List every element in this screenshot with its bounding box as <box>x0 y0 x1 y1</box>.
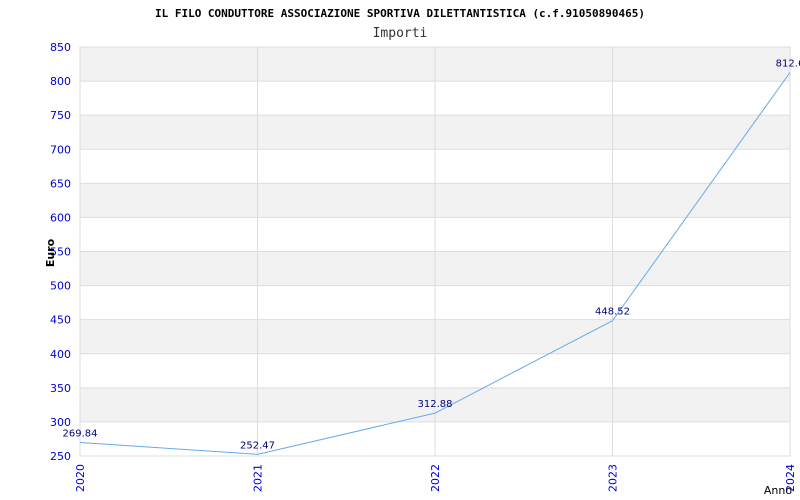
y-tick-label: 800 <box>50 75 71 88</box>
y-tick-label: 650 <box>50 177 71 190</box>
y-tick-label: 450 <box>50 314 71 327</box>
y-tick-label: 750 <box>50 109 71 122</box>
y-tick-label: 350 <box>50 382 71 395</box>
data-label: 252.47 <box>240 440 275 451</box>
y-tick-label: 600 <box>50 211 71 224</box>
y-tick-label: 300 <box>50 416 71 429</box>
chart-subtitle: Importi <box>373 26 428 41</box>
data-label: 269.84 <box>63 428 98 439</box>
data-label: 812.6 <box>776 58 800 69</box>
y-axis-title: Euro <box>44 238 57 267</box>
x-tick-label: 2021 <box>252 464 265 492</box>
x-tick-label: 2023 <box>607 464 620 492</box>
x-tick-label: 2022 <box>429 464 442 492</box>
y-tick-label: 850 <box>50 41 71 54</box>
y-tick-label: 500 <box>50 280 71 293</box>
y-tick-label: 400 <box>50 348 71 361</box>
data-label: 448.52 <box>595 307 630 318</box>
y-tick-label: 250 <box>50 450 71 463</box>
y-tick-label: 700 <box>50 143 71 156</box>
data-label: 312.88 <box>418 399 453 410</box>
x-axis-title: Anno <box>764 484 792 497</box>
chart-title: IL FILO CONDUTTORE ASSOCIAZIONE SPORTIVA… <box>155 7 645 20</box>
x-axis-ticks: 2020 2021 2022 2023 2024 <box>74 464 797 492</box>
x-tick-label: 2020 <box>74 464 87 492</box>
line-chart: IL FILO CONDUTTORE ASSOCIAZIONE SPORTIVA… <box>44 7 800 497</box>
